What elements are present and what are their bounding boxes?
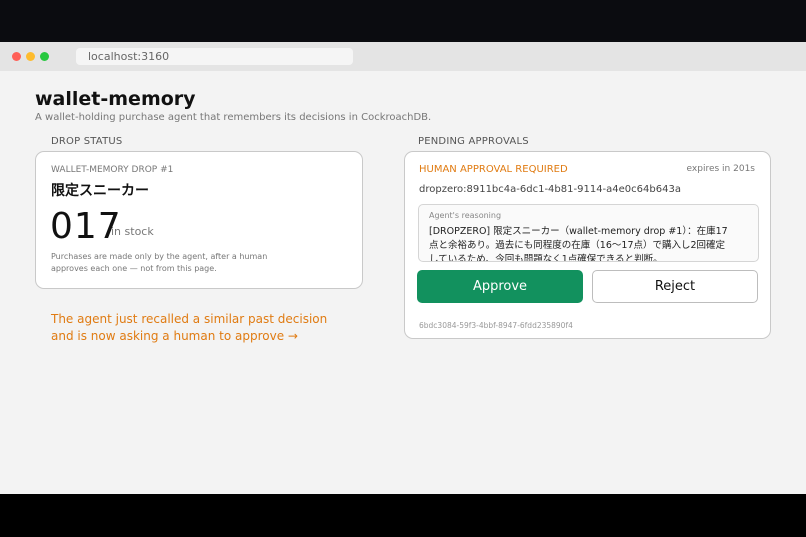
bottom-bar (0, 494, 806, 537)
reasoning-box[interactable]: Agent's reasoning [DROPZERO] 限定スニーカー（wal… (418, 204, 759, 262)
close-window-button[interactable] (12, 52, 21, 61)
approve-button[interactable]: Approve (417, 270, 583, 303)
maximize-window-button[interactable] (40, 52, 49, 61)
agent-callout: The agent just recalled a similar past d… (51, 312, 328, 343)
pending-approvals-heading: PENDING APPROVALS (418, 136, 529, 147)
drop-status-card: WALLET-MEMORY DROP #1 限定スニーカー 017 in sto… (35, 151, 363, 289)
page-title: wallet-memory (35, 88, 196, 110)
minimize-window-button[interactable] (26, 52, 35, 61)
url-bar[interactable]: localhost:3160 (76, 48, 353, 65)
drop-status-heading: DROP STATUS (51, 136, 123, 147)
product-name: 限定スニーカー (51, 183, 149, 199)
drop-id: dropzero:8911bc4a-6dc1-4b81-9114-a4e0c64… (419, 184, 681, 195)
stock-unit-label: in stock (111, 225, 154, 238)
browser-window: localhost:3160 wallet-memory A wallet-ho… (0, 42, 806, 494)
approval-card: HUMAN APPROVAL REQUIRED expires in 201s … (404, 151, 771, 339)
reasoning-text: [DROPZERO] 限定スニーカー（wallet-memory drop #1… (429, 226, 728, 262)
expiry-timer: expires in 201s (686, 164, 755, 174)
reject-button[interactable]: Reject (592, 270, 758, 303)
reasoning-title: Agent's reasoning (429, 211, 502, 220)
browser-titlebar: localhost:3160 (0, 42, 806, 71)
request-id: 6bdc3084-59f3-4bbf-8947-6fdd235890f4 (419, 321, 573, 330)
approval-status: HUMAN APPROVAL REQUIRED (419, 164, 568, 175)
page-content: wallet-memory A wallet-holding purchase … (0, 71, 806, 494)
drop-name: WALLET-MEMORY DROP #1 (51, 165, 174, 175)
purchase-note: Purchases are made only by the agent, af… (51, 252, 268, 273)
page-subtitle: A wallet-holding purchase agent that rem… (35, 112, 432, 123)
